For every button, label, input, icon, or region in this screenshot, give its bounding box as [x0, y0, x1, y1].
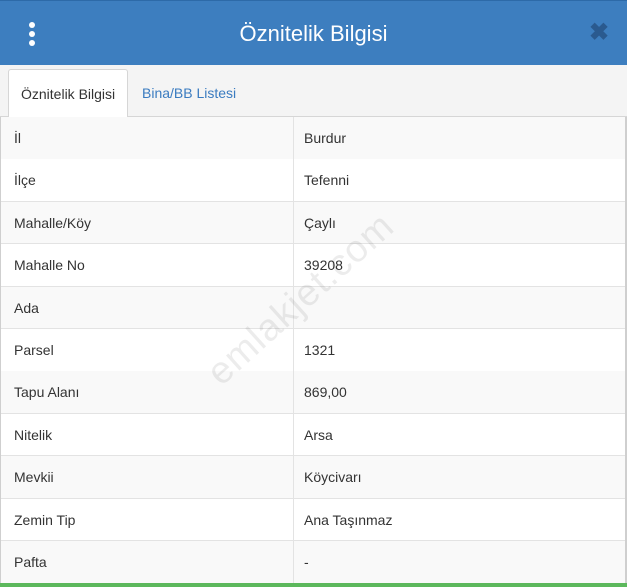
- row-value: Burdur: [304, 130, 347, 146]
- row-label: Mahalle No: [14, 257, 85, 274]
- tab-oznitelik-bilgisi[interactable]: Öznitelik Bilgisi: [8, 69, 129, 118]
- bottom-accent-bar: [0, 583, 627, 587]
- row-label: Nitelik: [14, 426, 53, 443]
- row-value: Köycivarı: [304, 469, 362, 486]
- row-label: Ada: [14, 299, 39, 316]
- table-row: Ada: [0, 286, 627, 330]
- row-value: 39208: [304, 257, 343, 274]
- table-row: Zemin Tip Ana Taşınmaz: [0, 498, 627, 542]
- row-label: Tapu Alanı: [14, 384, 80, 401]
- close-icon[interactable]: ✖: [585, 18, 613, 48]
- table-row: İlçe Tefenni: [0, 159, 627, 202]
- row-label: İl: [14, 130, 21, 146]
- row-label: Mevkii: [14, 469, 54, 486]
- row-value: Arsa: [304, 426, 333, 443]
- row-value: [304, 287, 614, 329]
- table-row: Mahalle/Köy Çaylı: [0, 201, 627, 245]
- row-label: Parsel: [14, 342, 54, 358]
- row-value: 1321: [304, 342, 336, 358]
- table-row: Pafta -: [0, 541, 627, 584]
- row-value: Tefenni: [304, 172, 350, 189]
- row-label: Zemin Tip: [14, 511, 76, 528]
- row-label: Pafta: [14, 554, 47, 570]
- tab-bina-bb-listesi[interactable]: Bina/BB Listesi: [130, 69, 248, 117]
- table-row: Tapu Alanı 869,00: [0, 371, 627, 414]
- row-label: Mahalle/Köy: [14, 214, 92, 231]
- left-border: [0, 117, 1, 583]
- dialog-title: Öznitelik Bilgisi: [239, 21, 388, 46]
- row-label: İlçe: [14, 172, 36, 189]
- table-row: Nitelik Arsa: [0, 413, 627, 457]
- row-value: -: [304, 554, 309, 570]
- table-row: Mevkii Köycivarı: [0, 456, 627, 499]
- row-value: Ana Taşınmaz: [304, 511, 393, 528]
- row-value: Çaylı: [304, 214, 336, 231]
- dialog-header: Öznitelik Bilgisi ✖: [0, 0, 627, 65]
- row-value: 869,00: [304, 384, 347, 401]
- attribute-table: İl Burdur İlçe Tefenni Mahalle/Köy Çaylı…: [0, 117, 627, 584]
- tab-bar: Öznitelik Bilgisi Bina/BB Listesi: [0, 65, 627, 118]
- table-row: Parsel 1321: [0, 329, 627, 372]
- table-row: Mahalle No 39208: [0, 244, 627, 287]
- table-row: İl Burdur: [0, 117, 627, 160]
